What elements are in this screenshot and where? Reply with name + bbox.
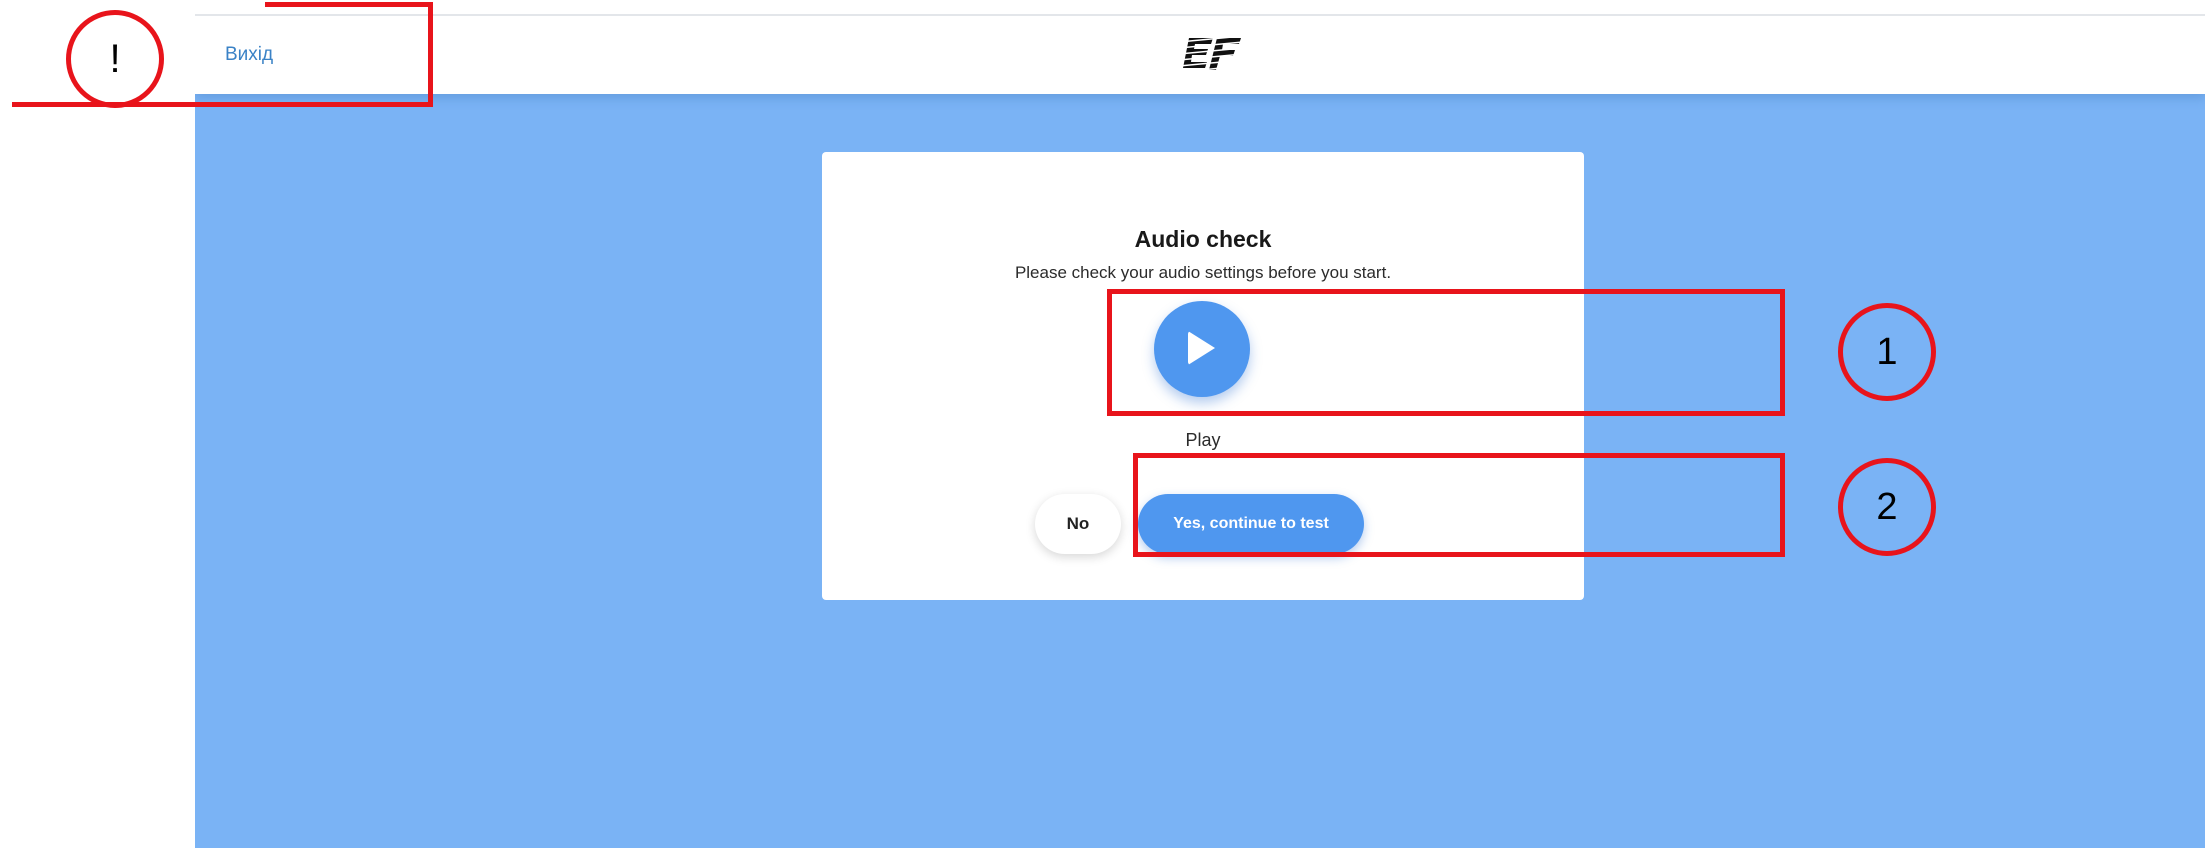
warning-marker-text: ! xyxy=(109,37,121,81)
ef-logo xyxy=(1179,35,1243,73)
marker-1-text: 1 xyxy=(1876,331,1898,373)
marker-2-circle: 2 xyxy=(1838,458,1936,556)
card-title: Audio check xyxy=(1134,226,1272,252)
marker-2-text: 2 xyxy=(1876,486,1898,528)
marker-1-circle: 1 xyxy=(1838,303,1936,401)
annotation-top-line xyxy=(265,2,433,7)
top-bar: Вихід xyxy=(195,14,2205,94)
annotation-underline xyxy=(12,102,433,107)
screenshot-stage: Вихід Audio check Please check your audi… xyxy=(0,0,2205,848)
warning-marker-circle: ! xyxy=(66,10,164,108)
play-label: Play xyxy=(1185,430,1221,450)
browser-viewport: Вихід Audio check Please check your audi… xyxy=(195,14,2205,848)
annotation-right-line xyxy=(428,2,433,107)
annotation-box-play xyxy=(1107,289,1785,416)
annotation-box-continue xyxy=(1133,453,1785,557)
card-subtitle: Please check your audio settings before … xyxy=(1014,263,1392,282)
exit-link[interactable]: Вихід xyxy=(225,44,273,66)
no-button[interactable]: No xyxy=(1035,494,1121,554)
